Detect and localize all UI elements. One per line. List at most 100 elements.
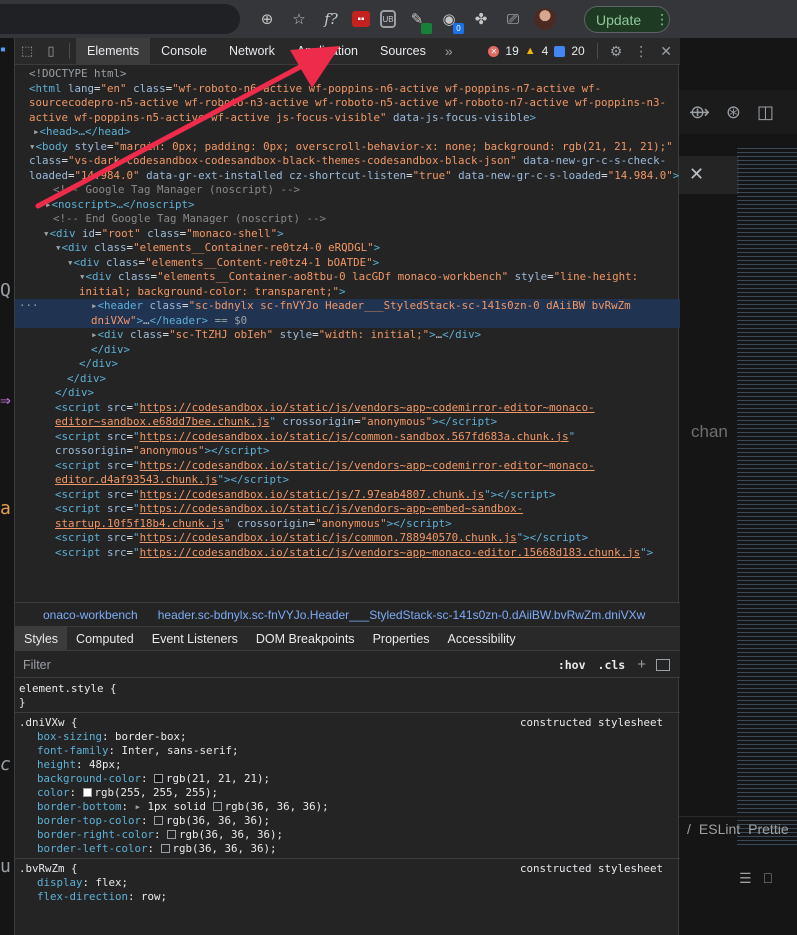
tree-script-4[interactable]: <script src="https://codesandbox.io/stat… <box>15 488 680 503</box>
element-style-rule[interactable]: element.style { } <box>15 679 680 713</box>
css-declaration[interactable]: border-top-color: rgb(36, 36, 36); <box>19 814 680 828</box>
css-declaration[interactable]: flex-direction: row; <box>19 890 680 904</box>
css-property-value[interactable]: flex; <box>96 876 129 889</box>
share-icon[interactable]: ⟴ <box>689 102 710 123</box>
color-swatch[interactable] <box>154 774 164 783</box>
rule-source[interactable]: constructed stylesheet <box>520 716 663 730</box>
css-property-value[interactable]: rgb(36, 36, 36); <box>173 842 277 855</box>
split-view-icon[interactable]: ◫ <box>757 102 774 123</box>
tab-accessibility[interactable]: Accessibility <box>439 627 525 651</box>
inspect-element-icon[interactable]: ⬚ <box>15 38 39 64</box>
toggle-sidebar-icon[interactable] <box>656 658 670 671</box>
css-declaration[interactable]: background-color: rgb(21, 21, 21); <box>19 772 680 786</box>
tab-network[interactable]: Network <box>218 38 286 64</box>
tree-head[interactable]: ▸<head>…</head> <box>15 125 680 140</box>
hover-state-toggle[interactable]: :hov <box>552 658 592 672</box>
script-src-link[interactable]: https://codesandbox.io/static/js/vendors… <box>140 546 641 559</box>
css-property-name[interactable]: height <box>37 758 76 771</box>
tab-application[interactable]: Application <box>286 38 369 64</box>
tab-computed[interactable]: Computed <box>67 627 143 651</box>
profile-avatar[interactable] <box>534 8 556 30</box>
ublock-icon[interactable]: UB <box>380 10 396 28</box>
tree-script-3[interactable]: <script src="https://codesandbox.io/stat… <box>15 459 680 488</box>
tree-root-div[interactable]: ▾<div id="root" class="monaco-shell"> <box>15 227 680 242</box>
status-eslint[interactable]: ESLint <box>699 821 740 837</box>
css-declaration[interactable]: border-right-color: rgb(36, 36, 36); <box>19 828 680 842</box>
script-src-link[interactable]: https://codesandbox.io/static/js/7.97eab… <box>140 488 485 501</box>
tab-properties[interactable]: Properties <box>364 627 439 651</box>
css-property-value[interactable]: rgb(255, 255, 255); <box>95 786 219 799</box>
css-property-name[interactable]: flex-direction <box>37 890 128 903</box>
tree-close-div[interactable]: </div> <box>15 372 680 387</box>
tree-html[interactable]: <html lang="en" class="wf-roboto-n6-acti… <box>15 82 680 126</box>
css-rule-bvrwzm[interactable]: .bvRwZm { constructed stylesheet display… <box>15 859 680 906</box>
tab-elements[interactable]: Elements <box>76 38 151 64</box>
script-src-link[interactable]: https://codesandbox.io/static/js/common-… <box>140 430 569 443</box>
breadcrumb-item-selected[interactable]: header.sc-bdnylx.sc-fnVYJo.Header___Styl… <box>146 608 654 622</box>
cast-icon[interactable]: ⎚ <box>502 8 524 30</box>
tree-content-div[interactable]: ▾<div class="elements__Content-re0tz4-1 … <box>15 256 680 271</box>
function-icon[interactable]: f? <box>320 8 342 30</box>
tree-close-div[interactable]: </div> <box>15 386 680 401</box>
list-icon[interactable]: ☰ <box>739 870 752 887</box>
tree-close-div[interactable]: </div> <box>15 357 680 372</box>
css-property-value[interactable]: Inter, sans-serif; <box>122 744 239 757</box>
tree-comment-gtm[interactable]: <!-- Google Tag Manager (noscript) --> <box>15 183 680 198</box>
css-property-name[interactable]: display <box>37 876 83 889</box>
status-prettier[interactable]: Prettie <box>748 821 788 837</box>
css-property-name[interactable]: background-color <box>37 772 141 785</box>
css-property-value[interactable]: border-box; <box>115 730 187 743</box>
tree-doctype[interactable]: <!DOCTYPE html> <box>15 67 680 82</box>
css-property-value[interactable]: rgb(21, 21, 21); <box>166 772 270 785</box>
color-swatch[interactable] <box>82 788 92 797</box>
update-button[interactable]: Update ⋮ <box>584 6 670 33</box>
script-src-link[interactable]: https://codesandbox.io/static/js/common.… <box>140 531 517 544</box>
settings-gear-icon[interactable]: ⚙ <box>610 43 623 60</box>
css-declaration[interactable]: font-family: Inter, sans-serif; <box>19 744 680 758</box>
rule-source[interactable]: constructed stylesheet <box>520 862 663 876</box>
more-tabs-icon[interactable]: » <box>437 43 461 59</box>
css-rule-dnivxw[interactable]: .dniVXw { constructed stylesheet box-siz… <box>15 713 680 859</box>
tree-workbench-div[interactable]: ▾<div class="elements__Container-ao8tbu-… <box>15 270 680 299</box>
css-property-name[interactable]: box-sizing <box>37 730 102 743</box>
tree-body[interactable]: ▾<body style="margin: 0px; padding: 0px;… <box>15 140 680 184</box>
new-rule-plus-icon[interactable]: + <box>631 656 652 673</box>
tree-script-7[interactable]: <script src="https://codesandbox.io/stat… <box>15 546 680 561</box>
eyedropper-extension-icon[interactable]: ✎ <box>406 8 432 34</box>
breadcrumb-item[interactable]: onaco-workbench <box>15 608 146 622</box>
tree-script-2[interactable]: <script src="https://codesandbox.io/stat… <box>15 430 680 459</box>
more-options-icon[interactable]: ⋮ <box>628 43 654 60</box>
css-property-value[interactable]: 1px solid <box>148 800 213 813</box>
console-icon[interactable]: ⎕ <box>764 870 772 887</box>
more-dots-icon[interactable]: ··· <box>19 299 39 314</box>
tree-script-5[interactable]: <script src="https://codesandbox.io/stat… <box>15 502 680 531</box>
address-bar[interactable] <box>0 4 240 34</box>
css-declaration[interactable]: height: 48px; <box>19 758 680 772</box>
tab-styles[interactable]: Styles <box>15 626 68 651</box>
warning-count[interactable]: 4 <box>542 44 549 58</box>
tab-sources[interactable]: Sources <box>369 38 437 64</box>
css-declaration[interactable]: border-bottom: ▸ 1px solid rgb(36, 36, 3… <box>19 800 680 814</box>
error-count[interactable]: 19 <box>505 44 518 58</box>
color-swatch[interactable] <box>160 844 170 853</box>
css-property-value[interactable]: rgb(36, 36, 36); <box>225 800 329 813</box>
css-property-name[interactable]: color <box>37 786 70 799</box>
css-property-value[interactable]: rgb(36, 36, 36); <box>166 814 270 827</box>
tree-container-div[interactable]: ▾<div class="elements__Container-re0tz4-… <box>15 241 680 256</box>
tab-dom-breakpoints[interactable]: DOM Breakpoints <box>247 627 364 651</box>
class-toggle[interactable]: .cls <box>592 658 632 672</box>
tree-header-selected[interactable]: ··· ▸<header class="sc-bdnylx sc-fnVYJo H… <box>15 299 680 328</box>
expand-triangle-icon[interactable]: ▸ <box>135 800 148 813</box>
tree-close-div[interactable]: </div> <box>15 343 680 358</box>
color-swatch[interactable] <box>154 816 164 825</box>
menu-dots-icon[interactable]: ⋮ <box>655 11 669 28</box>
css-declaration[interactable]: display: flex; <box>19 876 680 890</box>
css-declaration[interactable]: border-left-color: rgb(36, 36, 36); <box>19 842 680 856</box>
filter-input[interactable]: Filter <box>15 658 552 672</box>
puzzle-extensions-icon[interactable]: ✤ <box>470 8 492 30</box>
tab-event-listeners[interactable]: Event Listeners <box>143 627 247 651</box>
device-toolbar-icon[interactable]: ▯ <box>39 38 63 64</box>
css-property-name[interactable]: font-family <box>37 744 109 757</box>
tree-noscript[interactable]: ▸<noscript>…</noscript> <box>15 198 680 213</box>
add-tab-circle-icon[interactable]: ⊕ <box>256 8 278 30</box>
